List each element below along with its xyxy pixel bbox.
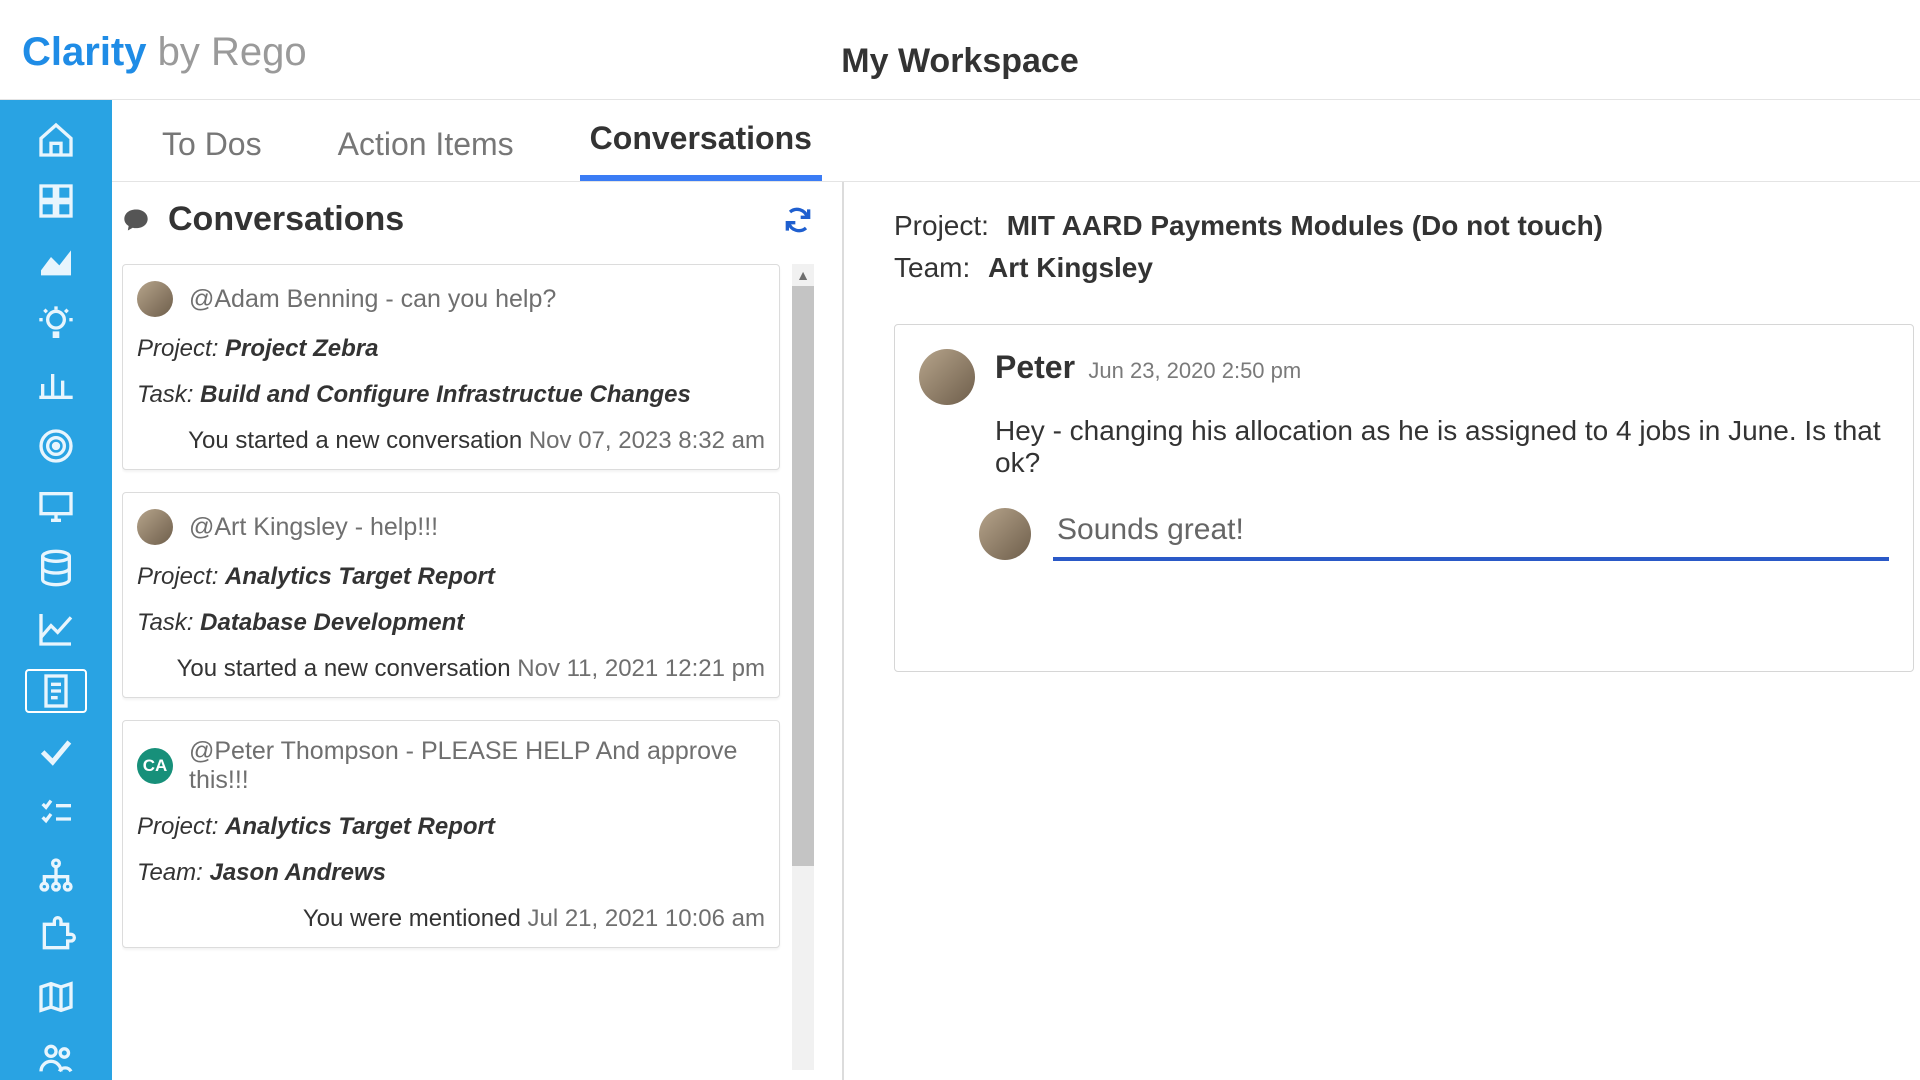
project-label: Project: (137, 335, 218, 362)
conversation-card[interactable]: @Art Kingsley - help!!! Project: Analyti… (122, 492, 780, 698)
project-label: Project: (137, 563, 218, 590)
top-bar: Clarity by Rego My Workspace (0, 0, 1920, 100)
project-label: Project: (137, 813, 218, 840)
left-sidebar (0, 100, 112, 1080)
puzzle-icon[interactable] (25, 914, 87, 957)
conversation-status: You started a new conversation (188, 427, 522, 454)
database-icon[interactable] (25, 546, 87, 589)
conversation-mention: @Peter Thompson - PLEASE HELP And approv… (189, 737, 765, 795)
conversation-timestamp: Nov 11, 2021 12:21 pm (517, 655, 765, 682)
message-avatar (919, 349, 975, 405)
refresh-icon[interactable] (782, 204, 814, 236)
message-timestamp: Jun 23, 2020 2:50 pm (1088, 358, 1301, 383)
conversations-scroll-area: ▲ @Adam Benning - can you help? Project:… (122, 264, 814, 1070)
message-body: Hey - changing his allocation as he is a… (995, 415, 1889, 479)
conversation-timestamp: Nov 07, 2023 8:32 am (529, 427, 765, 454)
conversation-timestamp: Jul 21, 2021 10:06 am (527, 905, 765, 932)
body: To Dos Action Items Conversations Conver… (112, 100, 1920, 1080)
detail-project-label: Project: (894, 210, 989, 241)
checklist-icon[interactable] (25, 792, 87, 835)
map-icon[interactable] (25, 976, 87, 1019)
scroll-up-icon[interactable]: ▲ (792, 264, 814, 286)
task-value: Build and Configure Infrastructue Change… (200, 381, 691, 408)
tab-todos[interactable]: To Dos (152, 126, 272, 181)
message-card: Peter Jun 23, 2020 2:50 pm Hey - changin… (894, 324, 1914, 672)
area-chart-icon[interactable] (25, 240, 87, 283)
conversation-status: You were mentioned (303, 905, 521, 932)
bar-chart-icon[interactable] (25, 363, 87, 406)
conversations-header: Conversations (112, 182, 842, 253)
detail-team-label: Team: (894, 252, 970, 283)
conversation-card[interactable]: CA @Peter Thompson - PLEASE HELP And app… (122, 720, 780, 948)
check-icon[interactable] (25, 731, 87, 774)
avatar: CA (137, 748, 173, 784)
avatar (137, 509, 173, 545)
reply-avatar (979, 508, 1031, 560)
task-value: Database Development (200, 609, 464, 636)
tab-conversations[interactable]: Conversations (580, 120, 822, 181)
conversation-icon (122, 206, 150, 234)
project-value: Analytics Target Report (225, 563, 495, 590)
page-title: My Workspace (0, 42, 1920, 81)
team-value: Jason Andrews (209, 859, 386, 886)
conversation-mention: @Art Kingsley - help!!! (189, 513, 438, 542)
conversation-status: You started a new conversation (177, 655, 511, 682)
line-chart-icon[interactable] (25, 608, 87, 651)
message-author: Peter (995, 349, 1075, 385)
people-icon[interactable] (25, 1037, 87, 1080)
conversations-list: @Adam Benning - can you help? Project: P… (122, 264, 784, 1070)
avatar (137, 281, 173, 317)
conversation-detail-pane: Project: MIT AARD Payments Modules (Do n… (844, 182, 1920, 1080)
task-label: Task: (137, 381, 193, 408)
idea-icon[interactable] (25, 302, 87, 345)
panes: Conversations ▲ @Adam Benning - can you … (112, 182, 1920, 1080)
conversation-mention: @Adam Benning - can you help? (189, 285, 556, 314)
tab-action-items[interactable]: Action Items (328, 126, 524, 181)
workspace-tabs: To Dos Action Items Conversations (112, 100, 1920, 182)
detail-project-value: MIT AARD Payments Modules (Do not touch) (1007, 210, 1603, 241)
home-icon[interactable] (25, 118, 87, 161)
project-value: Project Zebra (225, 335, 378, 362)
reply-row (979, 507, 1889, 561)
project-value: Analytics Target Report (225, 813, 495, 840)
conversations-list-pane: Conversations ▲ @Adam Benning - can you … (112, 182, 844, 1080)
conversations-title: Conversations (168, 200, 404, 239)
reply-input[interactable] (1053, 507, 1889, 561)
detail-project-line: Project: MIT AARD Payments Modules (Do n… (894, 210, 1920, 242)
clipboard-icon[interactable] (25, 669, 87, 713)
task-label: Task: (137, 609, 193, 636)
hierarchy-icon[interactable] (25, 853, 87, 896)
team-label: Team: (137, 859, 203, 886)
monitor-icon[interactable] (25, 485, 87, 528)
scrollbar-track[interactable]: ▲ (792, 264, 814, 1070)
grid-icon[interactable] (25, 179, 87, 222)
target-icon[interactable] (25, 424, 87, 467)
scrollbar-thumb[interactable] (792, 286, 814, 866)
detail-team-value: Art Kingsley (988, 252, 1153, 283)
detail-team-line: Team: Art Kingsley (894, 252, 1920, 284)
conversation-card[interactable]: @Adam Benning - can you help? Project: P… (122, 264, 780, 470)
